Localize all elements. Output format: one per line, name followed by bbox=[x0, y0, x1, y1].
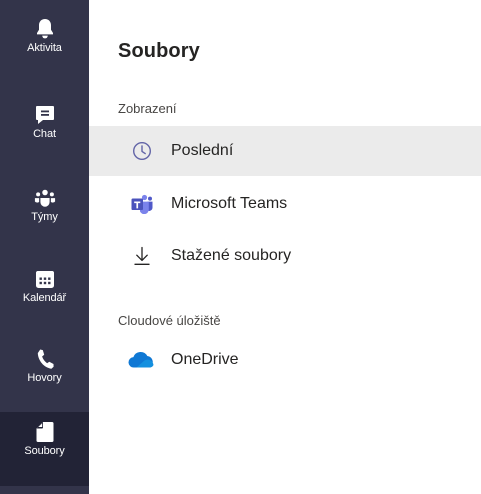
teams-icon bbox=[34, 187, 56, 209]
rail-label: Soubory bbox=[24, 445, 65, 457]
rail-item-soubory[interactable]: Soubory bbox=[0, 412, 89, 486]
rail-item-hovory[interactable]: Hovory bbox=[0, 348, 89, 420]
microsoft-teams-icon bbox=[131, 193, 153, 215]
file-icon bbox=[34, 421, 56, 443]
nav-item-downloads[interactable]: Stažené soubory bbox=[89, 231, 481, 281]
chat-icon bbox=[34, 104, 56, 126]
section-label-cloud: Cloudové úložiště bbox=[118, 313, 221, 328]
rail-label: Aktivita bbox=[27, 42, 62, 54]
nav-item-label: Poslední bbox=[171, 142, 234, 159]
rail-label: Chat bbox=[33, 128, 56, 140]
rail-item-tymy[interactable]: Týmy bbox=[0, 187, 89, 259]
rail-label: Hovory bbox=[27, 372, 62, 384]
section-label-views: Zobrazení bbox=[118, 101, 177, 116]
nav-item-onedrive[interactable]: OneDrive bbox=[89, 335, 481, 385]
teams-app: Aktivita Chat Týmy Kalendář Hovory Soubo… bbox=[0, 0, 481, 494]
rail-item-kalendar[interactable]: Kalendář bbox=[0, 268, 89, 340]
bell-icon bbox=[34, 18, 56, 40]
rail-label: Kalendář bbox=[22, 292, 67, 304]
nav-item-microsoft-teams[interactable]: Microsoft Teams bbox=[89, 179, 481, 229]
rail-item-aktivita[interactable]: Aktivita bbox=[0, 18, 89, 90]
nav-item-recent[interactable]: Poslední bbox=[89, 126, 481, 176]
clock-icon bbox=[131, 140, 153, 162]
nav-item-label: OneDrive bbox=[171, 351, 239, 368]
nav-item-label: Microsoft Teams bbox=[171, 195, 288, 212]
nav-item-label: Stažené soubory bbox=[171, 247, 292, 264]
download-icon bbox=[131, 245, 153, 267]
page-title: Soubory bbox=[118, 40, 200, 62]
calendar-icon bbox=[34, 268, 56, 290]
rail-label: Týmy bbox=[31, 211, 58, 223]
onedrive-icon bbox=[127, 349, 155, 371]
rail-item-chat[interactable]: Chat bbox=[0, 104, 89, 176]
app-bar: Aktivita Chat Týmy Kalendář Hovory Soubo… bbox=[0, 0, 89, 494]
files-panel: Soubory Zobrazení Poslední Microsoft Tea… bbox=[89, 0, 481, 494]
phone-icon bbox=[34, 348, 56, 370]
